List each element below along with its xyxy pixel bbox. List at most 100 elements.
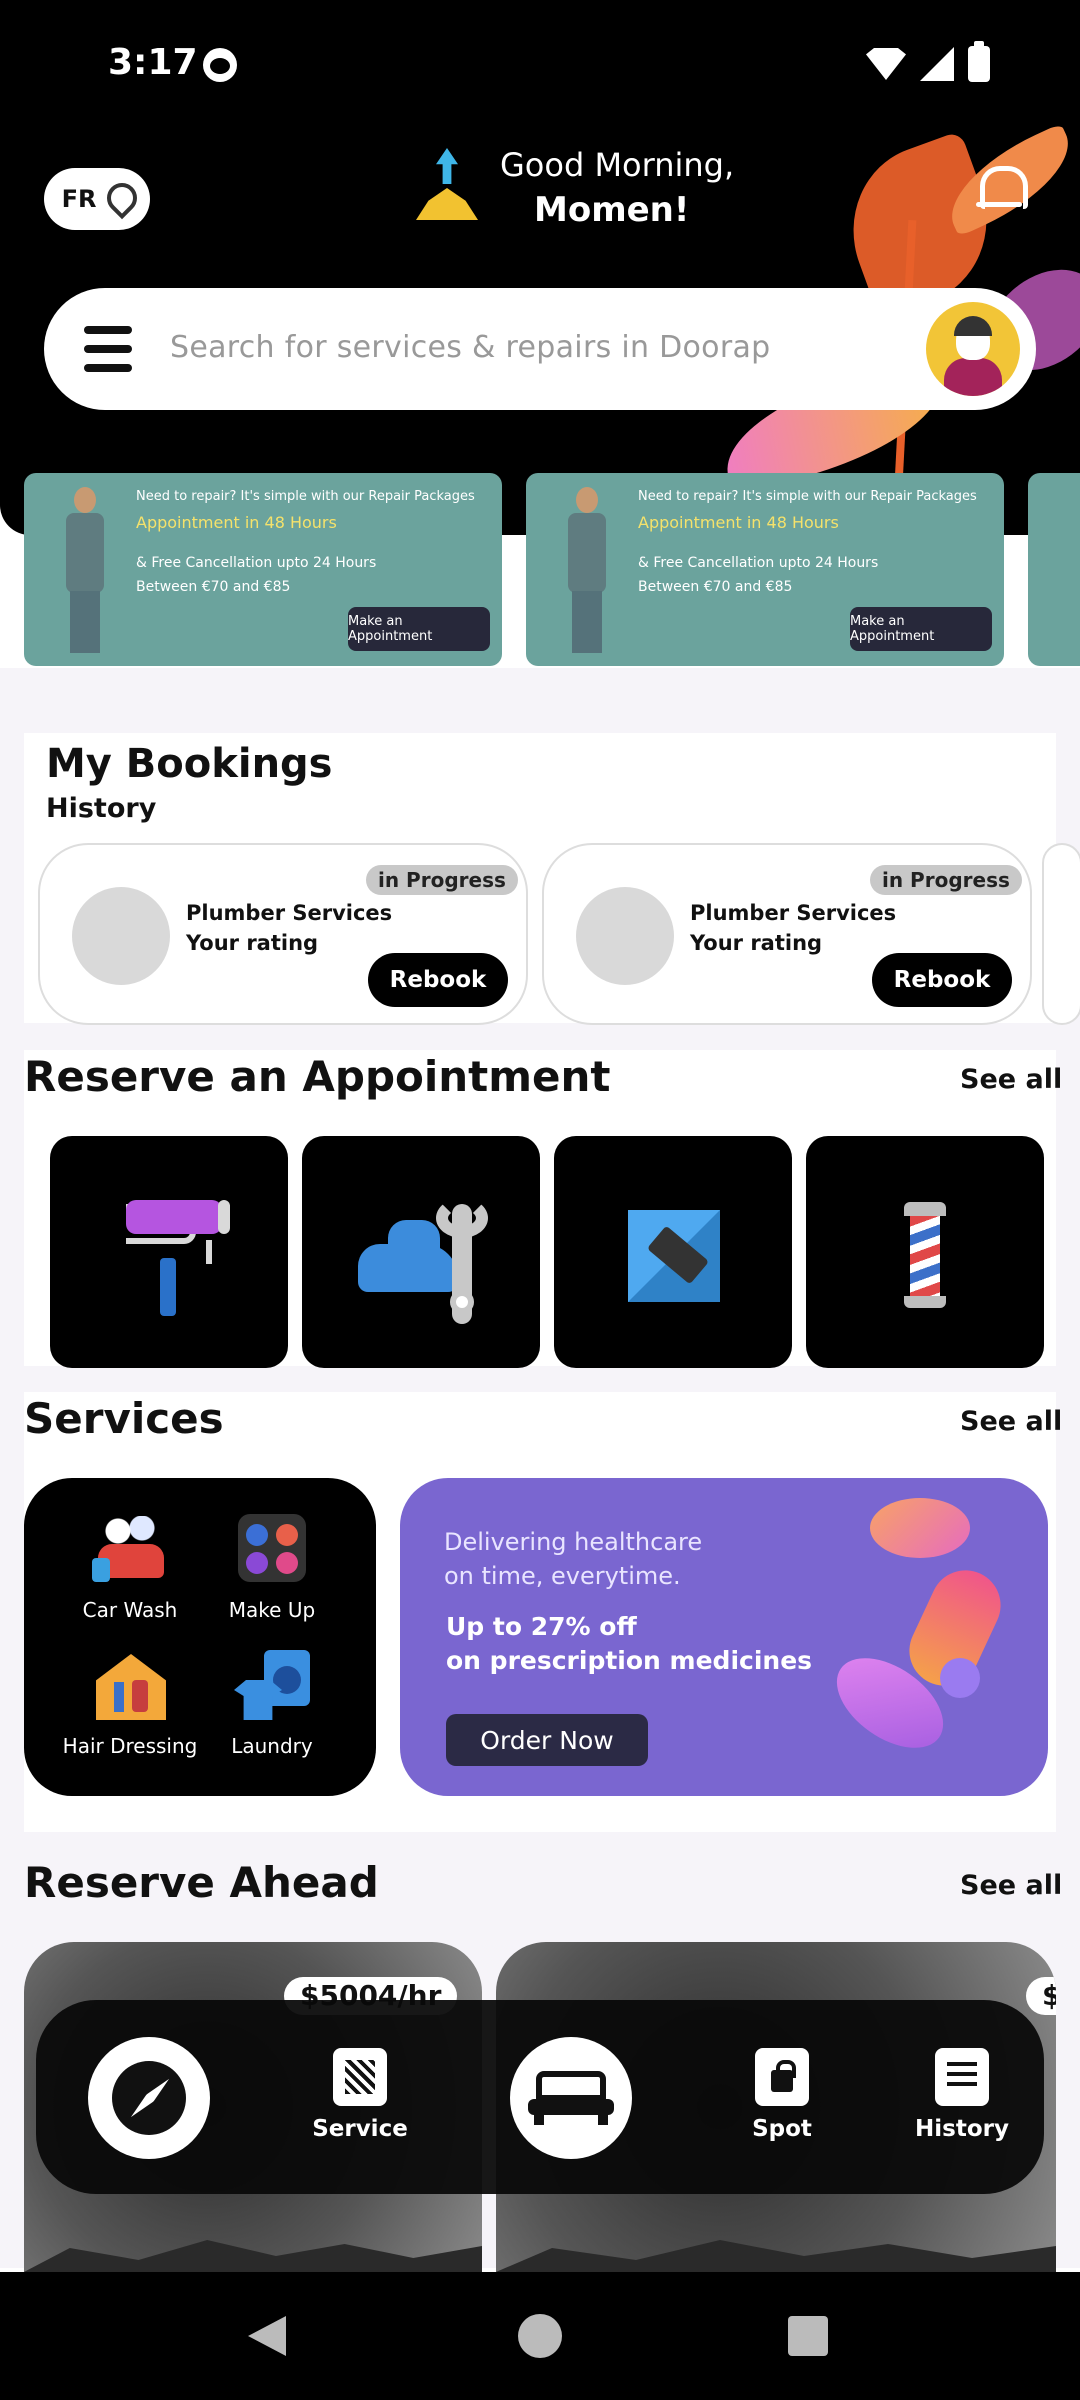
car-wash-icon bbox=[92, 1514, 168, 1584]
rating-label: Your rating bbox=[186, 931, 319, 955]
order-now-button[interactable]: Order Now bbox=[446, 1714, 648, 1766]
system-navigation-bar bbox=[0, 2272, 1080, 2400]
service-thumbnail bbox=[576, 887, 674, 985]
service-make-up[interactable]: Make Up bbox=[202, 1514, 342, 1622]
banner-text: & Free Cancellation upto 24 Hours bbox=[136, 555, 377, 571]
header: 3:17 FR Good Morning, Momen! Search for … bbox=[0, 0, 1080, 535]
laundry-icon bbox=[234, 1650, 310, 1720]
decorative-shape bbox=[940, 1658, 980, 1698]
car-repair-tile[interactable] bbox=[302, 1136, 540, 1368]
user-name: Momen! bbox=[534, 190, 690, 230]
nav-service[interactable]: Service bbox=[290, 2048, 430, 2142]
location-pin-icon bbox=[106, 183, 132, 215]
banner-text: & Free Cancellation upto 24 Hours bbox=[638, 555, 879, 571]
nav-explore[interactable] bbox=[88, 2037, 210, 2159]
status-bar: 3:17 bbox=[0, 0, 1080, 130]
booking-card-partial[interactable] bbox=[1042, 843, 1080, 1025]
notification-app-icon bbox=[203, 48, 237, 82]
mountain-image bbox=[24, 2240, 482, 2272]
service-car-wash[interactable]: Car Wash bbox=[60, 1514, 200, 1622]
repairman-illustration bbox=[60, 487, 110, 657]
greeting-text: Good Morning, bbox=[500, 146, 735, 184]
booking-card[interactable]: in Progress Plumber Services Your rating… bbox=[542, 843, 1032, 1025]
rebook-button[interactable]: Rebook bbox=[872, 953, 1012, 1007]
banner-text: Need to repair? It's simple with our Rep… bbox=[136, 489, 475, 504]
nav-label: Service bbox=[312, 2116, 408, 2142]
price-badge: $ bbox=[1026, 1977, 1056, 2015]
battery-icon bbox=[968, 41, 990, 82]
see-all-link[interactable]: See all bbox=[960, 1406, 1062, 1437]
avatar[interactable] bbox=[926, 302, 1020, 396]
nav-label: Spot bbox=[752, 2116, 812, 2142]
service-name: Plumber Services bbox=[186, 901, 393, 925]
section-title: Reserve an Appointment bbox=[24, 1052, 611, 1101]
sunrise-icon bbox=[412, 148, 482, 220]
signal-icon bbox=[920, 47, 954, 81]
search-bar[interactable]: Search for services & repairs in Doorap bbox=[44, 288, 1036, 410]
menu-icon[interactable] bbox=[84, 326, 132, 372]
location-selector[interactable]: FR bbox=[44, 168, 150, 230]
nav-label: History bbox=[915, 2116, 1009, 2142]
section-title: My Bookings bbox=[46, 741, 333, 787]
compass-icon bbox=[112, 2061, 186, 2135]
banner-highlight: Appointment in 48 Hours bbox=[136, 513, 337, 532]
search-input[interactable]: Search for services & repairs in Doorap bbox=[170, 330, 771, 365]
banner-highlight: Appointment in 48 Hours bbox=[638, 513, 839, 532]
service-laundry[interactable]: Laundry bbox=[202, 1650, 342, 1758]
repair-banner[interactable]: Need to repair? It's simple with our Rep… bbox=[526, 473, 1004, 666]
banner-text: Between €70 and €85 bbox=[136, 579, 291, 595]
rebook-button[interactable]: Rebook bbox=[368, 953, 508, 1007]
booking-card[interactable]: in Progress Plumber Services Your rating… bbox=[38, 843, 528, 1025]
repair-banner[interactable]: Need to repair? It's simple with our Rep… bbox=[24, 473, 502, 666]
promo-headline: on prescription medicines bbox=[446, 1646, 813, 1675]
home-icon[interactable] bbox=[518, 2314, 562, 2358]
repairman-illustration bbox=[562, 487, 612, 657]
services-grid: Car Wash Make Up Hair Dressing Laundry bbox=[24, 1478, 376, 1796]
bottom-navigation: Service Spot History bbox=[36, 2000, 1044, 2194]
wifi-icon bbox=[866, 48, 906, 80]
nav-booking[interactable] bbox=[510, 2037, 632, 2159]
healthcare-promo-card[interactable]: Delivering healthcare on time, everytime… bbox=[400, 1478, 1048, 1796]
hair-dressing-icon bbox=[92, 1650, 168, 1720]
service-label: Car Wash bbox=[82, 1598, 178, 1622]
promo-headline: Up to 27% off bbox=[446, 1612, 637, 1641]
service-hair-dressing[interactable]: Hair Dressing bbox=[60, 1650, 200, 1758]
mountain-image bbox=[496, 2240, 1056, 2272]
see-all-link[interactable]: See all bbox=[960, 1870, 1062, 1901]
status-icons bbox=[866, 41, 990, 82]
paint-roller-tile[interactable] bbox=[50, 1136, 288, 1368]
service-label: Hair Dressing bbox=[62, 1734, 198, 1758]
banner-carousel[interactable]: Need to repair? It's simple with our Rep… bbox=[0, 473, 1080, 668]
nav-spot[interactable]: Spot bbox=[712, 2048, 852, 2142]
see-all-link[interactable]: See all bbox=[960, 1064, 1062, 1095]
my-bookings-section: My Bookings History in Progress Plumber … bbox=[24, 733, 1080, 1025]
make-appointment-button[interactable]: Make an Appointment bbox=[850, 607, 992, 651]
rating-label: Your rating bbox=[690, 931, 823, 955]
status-badge: in Progress bbox=[366, 865, 518, 895]
bed-icon bbox=[528, 2071, 614, 2125]
section-title: Reserve Ahead bbox=[24, 1858, 379, 1907]
service-name: Plumber Services bbox=[690, 901, 897, 925]
banner-text: Between €70 and €85 bbox=[638, 579, 793, 595]
status-time: 3:17 bbox=[108, 42, 198, 83]
section-title: Services bbox=[24, 1394, 224, 1443]
history-icon bbox=[935, 2048, 989, 2106]
service-thumbnail bbox=[72, 887, 170, 985]
service-label: Laundry bbox=[231, 1734, 313, 1758]
barber-pole-tile[interactable] bbox=[806, 1136, 1044, 1368]
banner-text: Need to repair? It's simple with our Rep… bbox=[638, 489, 977, 504]
make-up-icon bbox=[234, 1514, 310, 1584]
promo-text: Delivering healthcare bbox=[444, 1528, 703, 1556]
nav-history[interactable]: History bbox=[892, 2048, 1032, 2142]
promo-text: on time, everytime. bbox=[444, 1562, 681, 1590]
spot-icon bbox=[755, 2048, 809, 2106]
location-code: FR bbox=[61, 185, 97, 213]
repair-banner-partial[interactable] bbox=[1028, 473, 1080, 666]
recents-icon[interactable] bbox=[788, 2316, 828, 2356]
tool-tile[interactable] bbox=[554, 1136, 792, 1368]
back-icon[interactable] bbox=[248, 2316, 286, 2356]
bell-icon[interactable] bbox=[976, 162, 1028, 214]
service-icon bbox=[333, 2048, 387, 2106]
make-appointment-button[interactable]: Make an Appointment bbox=[348, 607, 490, 651]
section-subtitle: History bbox=[46, 793, 157, 824]
